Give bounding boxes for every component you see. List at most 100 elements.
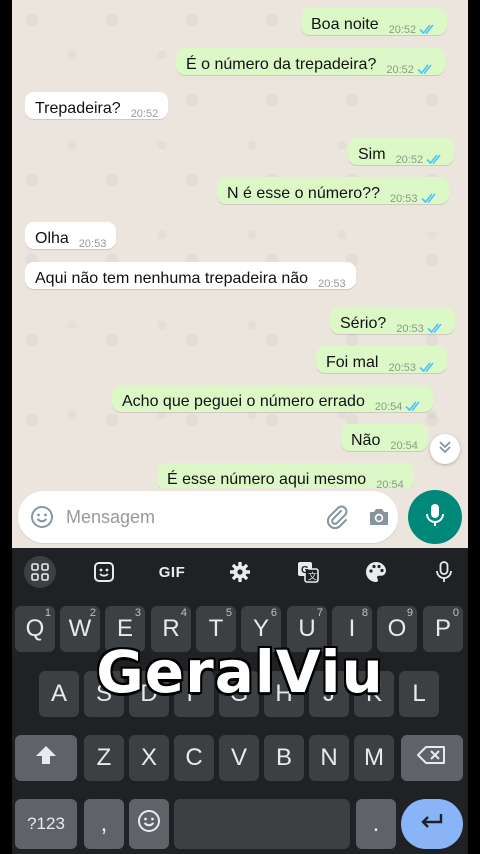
message-bubble-incoming[interactable]: Olha 20:53 xyxy=(25,222,117,250)
key-label: . xyxy=(372,810,380,837)
paperclip-icon[interactable] xyxy=(324,504,350,535)
message-box[interactable]: Mensagem xyxy=(18,491,398,543)
keyboard-toolbar: GIF G文 xyxy=(12,548,468,596)
key-c[interactable]: C xyxy=(174,735,214,781)
key-label: N xyxy=(320,744,338,771)
key-hint: 2 xyxy=(89,607,96,619)
chat-area[interactable]: Boa noite 20:52 É o número da trepadeira?… xyxy=(12,0,468,548)
key-label: C xyxy=(185,744,203,771)
key-hint: 0 xyxy=(452,607,459,619)
key-label: X xyxy=(140,744,157,771)
key-label: , xyxy=(100,810,108,837)
message-text: É esse número aqui mesmo xyxy=(167,471,367,488)
key-label: Z xyxy=(96,744,112,771)
message-time: 20:54 xyxy=(374,401,403,413)
message-input[interactable]: Mensagem xyxy=(66,507,155,528)
message-text: N é esse o número?? xyxy=(227,185,380,202)
message-bubble-outgoing[interactable]: Não 20:54 xyxy=(341,424,428,452)
double-check-read-icon xyxy=(427,320,445,340)
message-bubble-outgoing[interactable]: Foi mal 20:53 xyxy=(316,346,447,374)
key-hint: 9 xyxy=(406,607,413,619)
backspace-key[interactable] xyxy=(401,735,463,781)
message-text: Foi mal xyxy=(326,354,379,371)
message-time: 20:52 xyxy=(395,154,424,166)
message-time: 20:53 xyxy=(389,193,418,205)
camera-icon[interactable] xyxy=(366,504,392,535)
emoji-icon xyxy=(137,809,161,840)
message-time: 20:53 xyxy=(396,323,424,335)
apps-grid-icon[interactable] xyxy=(24,556,56,588)
enter-arrow-icon xyxy=(419,810,445,838)
message-text: Sério? xyxy=(340,315,387,332)
key-label: B xyxy=(275,744,292,771)
double-check-read-icon xyxy=(417,61,435,81)
message-time: 20:52 xyxy=(386,64,414,76)
scroll-to-bottom-button[interactable] xyxy=(430,434,460,464)
emoji-key[interactable] xyxy=(129,799,169,849)
message-text: Sim xyxy=(358,146,386,163)
symbols-key[interactable]: ?123 xyxy=(15,799,77,849)
backspace-icon xyxy=(417,744,447,772)
message-bubble-outgoing[interactable]: Boa noite 20:52 xyxy=(301,8,448,36)
message-text: É o número da trepadeira? xyxy=(186,56,377,73)
period-key[interactable]: . xyxy=(356,799,396,849)
key-label: ?123 xyxy=(27,814,65,833)
microphone-icon xyxy=(424,502,446,533)
watermark-logo: GeralViu xyxy=(96,638,384,706)
message-text: Boa noite xyxy=(311,16,379,33)
emoji-icon[interactable] xyxy=(30,505,54,534)
message-bubble-outgoing[interactable]: Acho que peguei o número errado 20:54 xyxy=(112,385,434,413)
shift-arrow-icon xyxy=(35,744,57,772)
microphone-button[interactable] xyxy=(408,490,462,544)
message-text: Não xyxy=(351,432,381,449)
message-text: Trepadeira? xyxy=(35,100,121,117)
message-text: Olha xyxy=(35,230,69,247)
key-label: M xyxy=(364,744,384,771)
message-bubble-incoming[interactable]: Aqui não tem nenhuma trepadeira não 20:53 xyxy=(25,262,356,290)
double-check-read-icon xyxy=(420,190,439,210)
message-time: 20:52 xyxy=(130,108,159,120)
key-n[interactable]: N xyxy=(309,735,349,781)
enter-key[interactable] xyxy=(401,799,463,849)
key-v[interactable]: V xyxy=(219,735,259,781)
space-bar[interactable] xyxy=(174,799,350,849)
message-bubble-incoming[interactable]: Trepadeira? 20:52 xyxy=(25,92,169,120)
key-x[interactable]: X xyxy=(129,735,169,781)
palette-icon[interactable] xyxy=(362,558,390,586)
double-chevron-down-icon xyxy=(438,440,452,459)
message-time: 20:53 xyxy=(388,362,416,374)
double-check-read-icon xyxy=(419,359,437,379)
double-check-read-icon xyxy=(426,151,444,171)
key-label: V xyxy=(230,744,247,771)
phone-screen: Boa noite 20:52 É o número da trepadeira?… xyxy=(0,0,480,854)
key-z[interactable]: Z xyxy=(84,735,124,781)
key-m[interactable]: M xyxy=(354,735,394,781)
gif-button[interactable]: GIF xyxy=(154,558,190,586)
sticker-icon[interactable] xyxy=(90,558,118,586)
voice-input-icon[interactable] xyxy=(430,558,458,586)
gif-label: GIF xyxy=(158,563,186,581)
message-text: Aqui não tem nenhuma trepadeira não xyxy=(35,270,309,287)
key-hint: 7 xyxy=(316,607,323,619)
message-time: 20:52 xyxy=(388,24,417,36)
message-bubble-outgoing[interactable]: Sério? 20:53 xyxy=(330,307,455,335)
message-text: Acho que peguei o número errado xyxy=(122,393,365,410)
gear-icon[interactable] xyxy=(226,558,254,586)
message-bubble-outgoing[interactable]: É o número da trepadeira? 20:52 xyxy=(176,48,445,76)
key-b[interactable]: B xyxy=(264,735,304,781)
message-bubble-outgoing[interactable]: É esse número aqui mesmo 20:54 xyxy=(157,463,414,491)
message-composer: Mensagem xyxy=(12,488,468,548)
key-hint: 3 xyxy=(134,607,141,619)
message-bubble-outgoing[interactable]: N é esse o número?? 20:53 xyxy=(217,177,449,205)
key-hint: 4 xyxy=(180,607,187,619)
shift-key[interactable] xyxy=(15,735,77,781)
comma-key[interactable]: , xyxy=(84,799,124,849)
double-check-read-icon xyxy=(405,398,423,418)
key-hint: 5 xyxy=(225,607,232,619)
key-hint: 6 xyxy=(270,607,277,619)
message-time: 20:54 xyxy=(390,440,418,452)
translate-icon[interactable]: G文 xyxy=(294,558,322,586)
message-time: 20:53 xyxy=(78,238,107,250)
message-bubble-outgoing[interactable]: Sim 20:52 xyxy=(348,138,455,166)
double-check-read-icon xyxy=(419,21,437,41)
